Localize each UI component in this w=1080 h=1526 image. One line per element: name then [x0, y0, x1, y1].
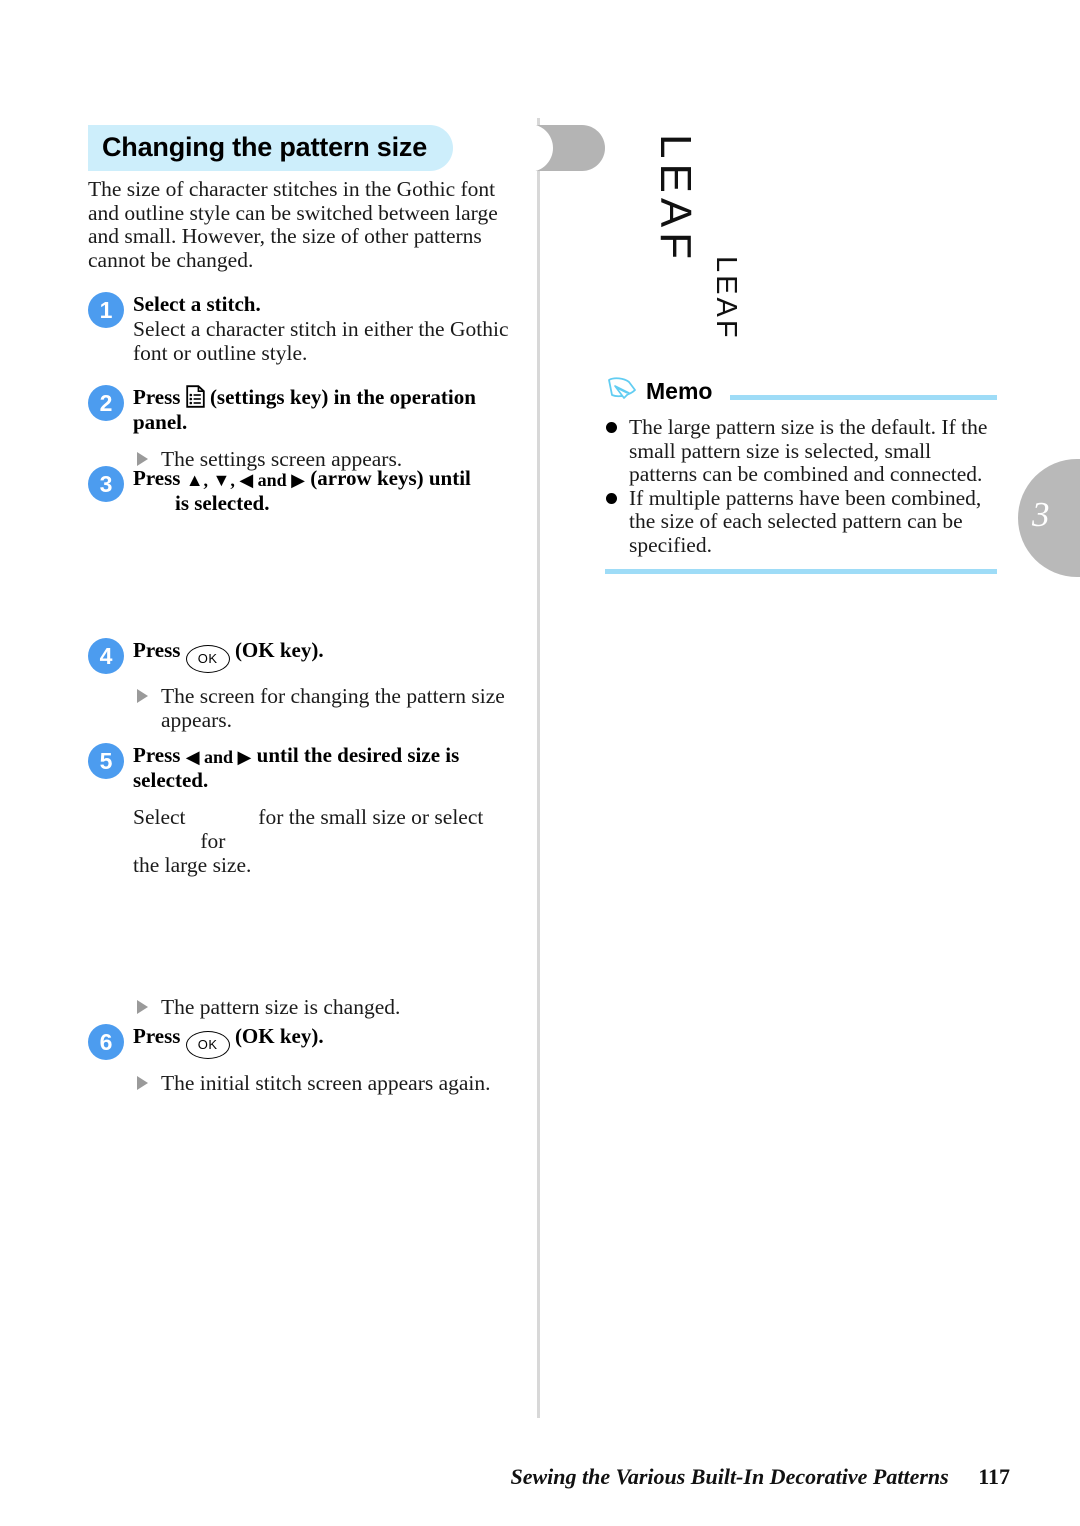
- step-4-heading-pre: Press: [133, 638, 181, 662]
- section-banner: Changing the pattern size: [88, 123, 605, 173]
- footer-title: Sewing the Various Built-In Decorative P…: [510, 1464, 949, 1489]
- arrow-keys-icon: ▲, ▼, ◀ and ▶: [185, 470, 306, 490]
- step-5-body-mid: for the small size or select: [258, 805, 484, 829]
- chapter-tab: 3: [1018, 459, 1080, 577]
- leaf-sample-small: LEAF: [710, 256, 742, 341]
- result-triangle-icon: [137, 1076, 148, 1090]
- step-3-heading-line2: is selected.: [175, 491, 270, 515]
- ok-key-icon: OK: [185, 645, 230, 673]
- page-footer: Sewing the Various Built-In Decorative P…: [0, 1464, 1010, 1490]
- step-2-number: 2: [88, 385, 124, 421]
- step-5-heading-post: until the desired size is: [256, 743, 460, 767]
- step-2-heading-pre: Press: [133, 385, 181, 409]
- settings-key-icon: [185, 385, 205, 408]
- step-6-heading-post: (OK key).: [234, 1024, 324, 1048]
- step-4-result-text: The screen for changing the pattern size…: [161, 684, 505, 732]
- step-5-heading-line2: selected.: [133, 768, 209, 792]
- step-5-body-post: for: [200, 829, 226, 853]
- step-4-heading: Press OK (OK key).: [133, 638, 528, 673]
- step-1: 1 Select a stitch. Select a character st…: [88, 292, 528, 365]
- memo-header: Memo: [605, 376, 997, 410]
- step-3-heading-pre: Press: [133, 466, 181, 490]
- step-4-result: The screen for changing the pattern size…: [133, 684, 528, 732]
- step-3-heading-post: (arrow keys) until: [310, 466, 471, 490]
- step-6: 6 Press OK (OK key). The initial stitch …: [88, 1024, 528, 1095]
- memo-pencil-icon: [605, 376, 639, 408]
- manual-page: Changing the pattern size The size of ch…: [0, 0, 1080, 1526]
- step-5-heading-pre: Press: [133, 743, 181, 767]
- memo-title: Memo: [646, 378, 713, 404]
- step-1-heading: Select a stitch.: [133, 292, 261, 316]
- step-5-result-text: The pattern size is changed.: [161, 995, 401, 1019]
- step-4-heading-post: (OK key).: [234, 638, 324, 662]
- step-3-heading: Press ▲, ▼, ◀ and ▶ (arrow keys) until: [133, 466, 528, 491]
- bullet-icon: [606, 492, 617, 504]
- leaf-sample-large: LEAF: [651, 134, 700, 265]
- memo-item-list: The large pattern size is the default. I…: [605, 415, 997, 558]
- step-1-number: 1: [88, 292, 124, 328]
- step-6-heading-pre: Press: [133, 1024, 181, 1048]
- memo-item: If multiple patterns have been combined,…: [605, 485, 997, 558]
- section-intro-text: The size of character stitches in the Go…: [88, 177, 498, 272]
- result-triangle-icon: [137, 1000, 148, 1014]
- memo-bottom-rule: [605, 569, 997, 574]
- memo-top-rule: [730, 395, 997, 400]
- memo-item: The large pattern size is the default. I…: [605, 415, 997, 487]
- step-5-result: The pattern size is changed.: [133, 995, 528, 1019]
- bullet-icon: [606, 422, 617, 433]
- result-triangle-icon: [137, 452, 148, 466]
- step-6-result: The initial stitch screen appears again.: [133, 1071, 528, 1095]
- step-5-heading: Press ◀ and ▶ until the desired size is: [133, 743, 528, 768]
- step-4: 4 Press OK (OK key). The screen for chan…: [88, 638, 528, 732]
- result-triangle-icon: [137, 689, 148, 703]
- step-5-number: 5: [88, 743, 124, 779]
- step-4-number: 4: [88, 638, 124, 674]
- step-5: 5 Press ◀ and ▶ until the desired size i…: [88, 743, 528, 1019]
- column-divider: [537, 118, 540, 1418]
- footer-page-number: 117: [978, 1464, 1010, 1489]
- step-5-body: Select for the small size or select for: [133, 805, 528, 853]
- ok-key-icon: OK: [185, 1031, 230, 1059]
- step-2: 2 Press (settings key) in the operation …: [88, 385, 528, 471]
- step-5-body-line2: the large size.: [133, 853, 252, 877]
- memo-box: Memo The large pattern size is the defau…: [605, 376, 997, 574]
- step-1-body: Select a character stitch in either the …: [133, 317, 509, 365]
- arrow-keys-icon: ◀ and ▶: [185, 747, 252, 767]
- chapter-number: 3: [1032, 495, 1050, 534]
- step-5-body-pre: Select: [133, 805, 186, 829]
- step-6-number: 6: [88, 1024, 124, 1060]
- memo-item-text: The large pattern size is the default. I…: [629, 415, 988, 486]
- step-3: 3 Press ▲, ▼, ◀ and ▶ (arrow keys) until…: [88, 466, 528, 516]
- step-6-result-text: The initial stitch screen appears again.: [161, 1071, 491, 1095]
- step-2-heading: Press (settings key) in the operation pa…: [133, 385, 528, 435]
- section-title: Changing the pattern size: [102, 132, 428, 162]
- step-6-heading: Press OK (OK key).: [133, 1024, 528, 1059]
- step-2-heading-post: (settings key) in the operation panel.: [133, 385, 476, 434]
- memo-item-text: If multiple patterns have been combined,…: [629, 485, 982, 557]
- step-3-number: 3: [88, 466, 124, 502]
